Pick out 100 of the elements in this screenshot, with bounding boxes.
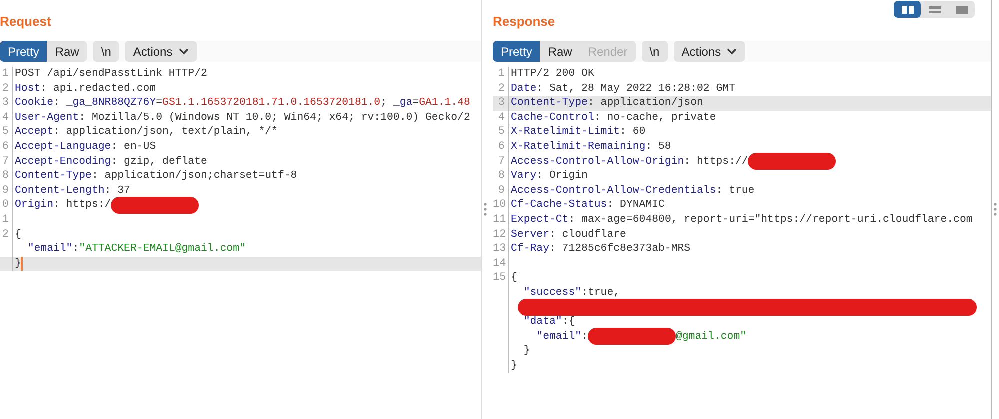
code-text: :{ <box>562 315 576 330</box>
code-text: : <box>582 330 588 344</box>
code-text: : no-cache, private <box>594 110 716 126</box>
code-editor[interactable] <box>493 67 991 374</box>
header-name: Cookie <box>15 96 54 111</box>
code-text: : 58 <box>646 140 672 155</box>
actions-dropdown[interactable]: Actions <box>674 41 746 62</box>
line-number: 8 <box>2 170 9 182</box>
code-text: : DYNAMIC <box>607 198 665 213</box>
code-text: : cloudflare <box>549 228 626 242</box>
header-name: Content-Type <box>511 96 588 111</box>
code-text: : 37 <box>104 184 130 198</box>
header-name: Accept-Language <box>15 140 112 155</box>
line-number: 5 <box>2 126 9 138</box>
code-text: : true <box>716 184 755 198</box>
code-text: : Sat, 28 May 2022 16:28:02 GMT <box>536 82 736 96</box>
code-text: : <box>72 242 80 257</box>
header-name: Vary <box>511 169 537 184</box>
header-name: Access-Control-Allow-Origin <box>511 154 684 170</box>
header-name: X-Ratelimit-Remaining <box>511 140 646 155</box>
code-text: : Mozilla/5.0 (Windows NT 10.0; Win64; x64; rv:100.0) Gecko/2 <box>79 110 470 126</box>
view-tab[interactable]: Raw <box>47 41 88 62</box>
view-tab[interactable]: Raw <box>540 41 580 62</box>
code-text: : 71285c6fc8e373ab-MRS <box>549 242 691 257</box>
chevron-down-icon <box>727 48 738 55</box>
header-name: Origin <box>15 198 54 213</box>
line-number: 14 <box>493 258 506 270</box>
header-name: Content-Type <box>15 169 92 184</box>
code-text: } <box>522 344 530 359</box>
line-number: 1 <box>2 214 9 226</box>
header-name: "data" <box>522 315 562 330</box>
code-text: : api.redacted.com <box>40 82 156 96</box>
code-text: : Origin <box>536 169 588 184</box>
header-name: _ga <box>393 96 413 111</box>
header-name: Accept-Encoding <box>15 154 112 170</box>
header-name: User-Agent <box>15 110 80 126</box>
code-text: : https:// <box>684 154 748 170</box>
code-editor[interactable] <box>0 67 481 272</box>
line-number: 6 <box>498 140 505 153</box>
code-text: : https:/ <box>53 198 112 213</box>
line-number: 2 <box>2 82 9 95</box>
line-number: 3 <box>498 97 505 110</box>
code-text: "ATTACKER-EMAIL@gmail.com" <box>79 242 246 257</box>
view-tab[interactable]: Pretty <box>0 41 48 62</box>
line-number: 5 <box>498 126 505 138</box>
code-text: { <box>511 271 518 286</box>
header-name: Content-Length <box>15 184 105 198</box>
panel-title: Response <box>493 14 556 29</box>
line-number: 1 <box>498 68 505 80</box>
code-text: { <box>15 228 22 242</box>
header-name: "email" <box>536 330 582 344</box>
header-name: Cf-Ray <box>511 242 550 257</box>
header-name: Cf-Cache-Status <box>511 198 608 213</box>
header-name: X-Ratelimit-Limit <box>511 125 620 140</box>
header-name: Expect-Ct <box>511 212 569 228</box>
line-number: 2 <box>498 82 505 95</box>
newline-toggle-button[interactable]: \n <box>642 41 668 62</box>
code-text: POST /api/sendPasstLink HTTP/2 <box>15 67 208 82</box>
line-number: 4 <box>498 112 505 124</box>
line-number: 7 <box>498 156 505 168</box>
code-text: : <box>53 96 61 111</box>
header-name: Date <box>511 82 537 96</box>
code-text: HTTP/2 200 OK <box>511 67 594 82</box>
code-text: ; <box>380 96 388 111</box>
line-number: 13 <box>493 243 506 256</box>
header-name: Accept <box>15 125 54 140</box>
side-by-side-layout-icon <box>900 4 914 14</box>
line-number: 8 <box>498 170 505 182</box>
drag-handle-icon[interactable] <box>994 203 996 216</box>
code-text: : gzip, deflate <box>111 154 208 170</box>
code-text: :true, <box>582 286 620 300</box>
line-number: 4 <box>2 112 9 124</box>
header-name: "success" <box>522 286 582 300</box>
line-number: 11 <box>493 214 506 226</box>
view-tab[interactable]: Pretty <box>493 41 540 62</box>
code-text: } <box>511 358 518 374</box>
line-number: 0 <box>2 199 9 212</box>
drag-handle-icon[interactable] <box>484 203 487 216</box>
single-panel-icon <box>954 4 968 14</box>
code-text: = <box>156 96 163 111</box>
line-number: 6 <box>2 140 9 153</box>
line-number: 15 <box>493 272 506 284</box>
header-name: Server <box>511 228 550 242</box>
line-number: 10 <box>493 199 506 212</box>
newline-toggle-button[interactable]: \n <box>93 41 120 62</box>
stacked-layout-icon <box>928 4 942 14</box>
code-text: : 60 <box>620 125 646 140</box>
code-text: : max-age=604800, report-uri="https://report-uri.cloudflare.com <box>568 212 973 228</box>
actions-dropdown[interactable]: Actions <box>125 41 197 62</box>
header-name: Host <box>15 82 41 96</box>
code-text: : application/json <box>588 96 704 111</box>
layout-toggle-button[interactable] <box>894 1 921 18</box>
code-text: : application/json, text/plain, */* <box>53 125 278 140</box>
line-number: 9 <box>2 184 9 197</box>
header-name: Cache-Control <box>511 110 594 126</box>
line-number: 3 <box>2 97 9 110</box>
code-text: @gmail.com" <box>676 330 747 344</box>
line-number: 7 <box>2 156 9 168</box>
panel-title: Request <box>0 14 52 29</box>
line-number: 2 <box>2 228 9 241</box>
